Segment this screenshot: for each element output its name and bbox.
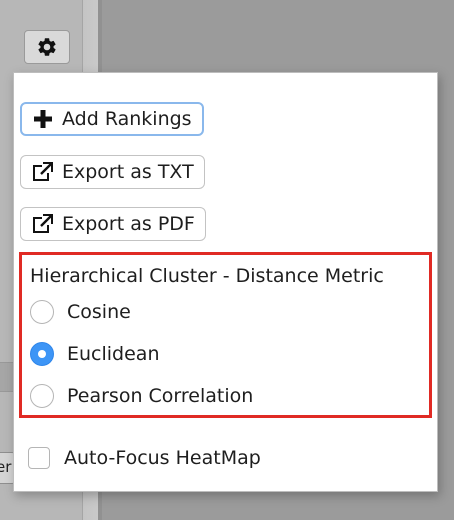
auto-focus-label: Auto-Focus HeatMap bbox=[64, 447, 261, 469]
radio-button[interactable] bbox=[30, 384, 54, 408]
settings-popup: Add Rankings Export as TXT Export as PDF… bbox=[13, 72, 438, 492]
radio-button[interactable] bbox=[30, 342, 54, 366]
auto-focus-checkbox[interactable] bbox=[28, 447, 50, 469]
background-textbox-text: er bbox=[0, 458, 12, 476]
add-rankings-label: Add Rankings bbox=[62, 108, 192, 130]
export-txt-button[interactable]: Export as TXT bbox=[20, 155, 205, 189]
auto-focus-heatmap-option[interactable]: Auto-Focus HeatMap bbox=[28, 444, 261, 472]
radio-option-euclidean[interactable]: Euclidean bbox=[30, 340, 160, 368]
distance-metric-group: Hierarchical Cluster - Distance Metric C… bbox=[19, 252, 432, 418]
settings-button[interactable] bbox=[24, 30, 70, 64]
radio-label: Pearson Correlation bbox=[67, 385, 254, 407]
radio-label: Euclidean bbox=[67, 343, 160, 365]
gear-icon bbox=[36, 36, 58, 58]
export-pdf-button[interactable]: Export as PDF bbox=[20, 207, 206, 241]
radio-button[interactable] bbox=[30, 300, 54, 324]
export-pdf-label: Export as PDF bbox=[62, 213, 195, 235]
add-rankings-button[interactable]: Add Rankings bbox=[20, 102, 204, 136]
radio-option-pearson[interactable]: Pearson Correlation bbox=[30, 382, 253, 410]
plus-icon bbox=[32, 108, 54, 130]
distance-metric-title: Hierarchical Cluster - Distance Metric bbox=[30, 265, 384, 287]
radio-option-cosine[interactable]: Cosine bbox=[30, 298, 131, 326]
external-link-icon bbox=[32, 213, 54, 235]
radio-label: Cosine bbox=[67, 301, 131, 323]
external-link-icon bbox=[32, 161, 54, 183]
export-txt-label: Export as TXT bbox=[62, 161, 194, 183]
